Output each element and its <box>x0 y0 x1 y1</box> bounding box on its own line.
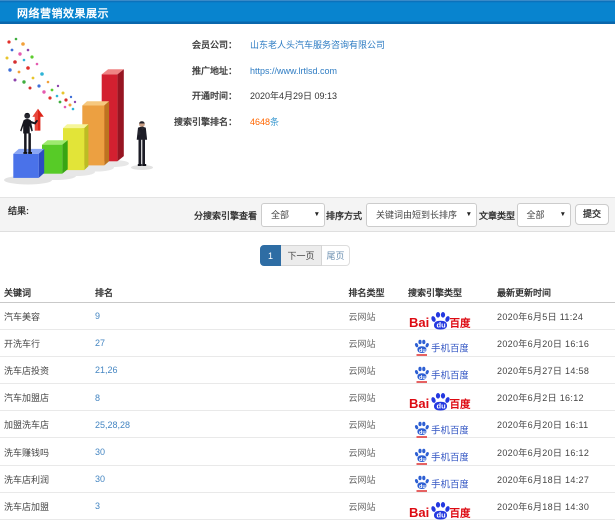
svg-text:百度: 百度 <box>450 506 471 519</box>
svg-text:du: du <box>437 510 447 519</box>
svg-text:手机百度: 手机百度 <box>431 452 468 464</box>
svg-text:手机百度: 手机百度 <box>431 479 468 491</box>
svg-text:du: du <box>419 430 426 436</box>
svg-text:百度: 百度 <box>450 316 471 329</box>
svg-text:du: du <box>419 484 426 490</box>
svg-text:手机百度: 手机百度 <box>431 343 468 355</box>
svg-text:du: du <box>419 375 426 381</box>
svg-text:du: du <box>419 457 426 463</box>
svg-text:du: du <box>419 348 426 354</box>
svg-text:手机百度: 手机百度 <box>431 424 468 436</box>
svg-text:百度: 百度 <box>450 398 471 411</box>
svg-text:Bai: Bai <box>409 315 429 330</box>
svg-text:du: du <box>437 402 447 411</box>
svg-text:Bai: Bai <box>409 505 429 520</box>
svg-text:Bai: Bai <box>409 396 429 411</box>
svg-text:手机百度: 手机百度 <box>431 370 468 382</box>
svg-text:du: du <box>437 320 447 329</box>
